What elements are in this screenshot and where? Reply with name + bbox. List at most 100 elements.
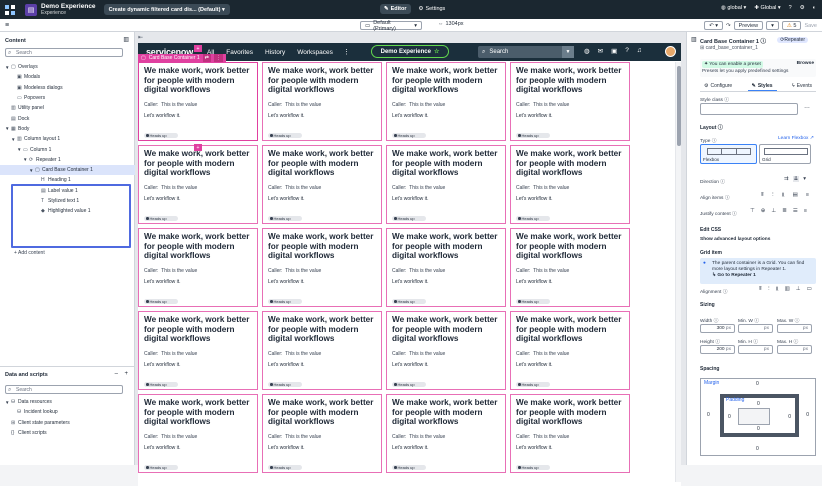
card-base-container[interactable]: We make work, work better for people wit…: [386, 145, 506, 224]
tree-item[interactable]: ▼ ▢ Overlays: [0, 62, 135, 72]
card-base-container[interactable]: We make work, work better for people wit…: [138, 311, 258, 390]
card-base-container[interactable]: We make work, work better for people wit…: [386, 228, 506, 307]
padding-bottom-value[interactable]: 0: [757, 426, 760, 432]
help-icon[interactable]: ?: [789, 5, 792, 11]
info-icon[interactable]: ⓘ: [718, 125, 723, 131]
align-baseline-icon[interactable]: ≡: [806, 192, 809, 199]
card-base-container[interactable]: We make work, work better for people wit…: [386, 62, 506, 141]
justify-between-icon[interactable]: ≣: [782, 208, 787, 214]
tab-styles[interactable]: ✎ Styles: [747, 83, 777, 91]
chevron-down-icon[interactable]: ▼: [562, 46, 574, 58]
padding-right-value[interactable]: 0: [788, 414, 791, 420]
advanced-layout-link[interactable]: Show advanced layout options: [700, 237, 770, 242]
tab-settings[interactable]: ⚙ Settings: [415, 4, 450, 14]
tree-item[interactable]: ⛁ Incident lookup: [0, 407, 135, 417]
tree-item[interactable]: ⊞ Client state parameters: [0, 418, 135, 428]
min-height-input[interactable]: px: [738, 345, 773, 354]
tree-item[interactable]: ▼ ▥ Column layout 1: [0, 134, 135, 144]
height-input[interactable]: 200 px: [700, 345, 735, 354]
justify-center-icon[interactable]: ⊕: [761, 208, 766, 214]
globe-icon[interactable]: ◍: [584, 47, 590, 55]
goto-repeater-link[interactable]: ↳ Go to Repeater 1: [712, 273, 756, 278]
margin-top-value[interactable]: 0: [756, 381, 759, 387]
self-auto-icon[interactable]: ▭: [807, 286, 812, 293]
selected-component-tag[interactable]: ▢ Card Base Container 1 ⇄ ⋮: [138, 54, 226, 62]
self-center-icon[interactable]: ⫶: [768, 286, 769, 293]
card-base-container[interactable]: We make work, work better for people wit…: [138, 228, 258, 307]
tab-configure[interactable]: ⚙ Configure: [700, 83, 736, 91]
margin-left-value[interactable]: 0: [707, 412, 710, 418]
experience-pill[interactable]: Demo Experience ☆: [371, 45, 449, 58]
viewport-size[interactable]: ⇔ 1304px: [438, 21, 464, 27]
app-grid-logo-icon[interactable]: [5, 4, 15, 15]
justify-start-icon[interactable]: ⊤: [750, 208, 755, 214]
max-height-input[interactable]: px: [777, 345, 812, 354]
edit-css-heading[interactable]: Edit CSS: [700, 227, 721, 233]
self-baseline-icon[interactable]: ⊥: [796, 286, 801, 293]
add-content-button[interactable]: + Add content: [14, 250, 45, 256]
learn-flexbox-link[interactable]: Learn Flexbox ↗: [778, 136, 814, 141]
bell-icon[interactable]: ♫: [637, 47, 642, 55]
min-width-input[interactable]: px: [738, 324, 773, 333]
padding-top-value[interactable]: 0: [757, 401, 760, 407]
direction-row-icon[interactable]: ⇉: [784, 176, 789, 182]
card-base-container[interactable]: We make work, work better for people wit…: [262, 62, 382, 141]
card-base-container[interactable]: We make work, work better for people wit…: [262, 145, 382, 224]
warnings-button[interactable]: ⚠ 5: [781, 21, 802, 30]
nav-link[interactable]: Favorites: [226, 49, 253, 56]
card-base-container[interactable]: We make work, work better for people wit…: [386, 394, 506, 473]
justify-around-icon[interactable]: ☰: [793, 208, 798, 214]
info-icon[interactable]: ⓘ: [725, 196, 730, 201]
align-end-icon[interactable]: ⫫: [782, 192, 785, 199]
tree-item[interactable]: ▼ ⟳ Repeater 1: [0, 155, 135, 165]
global-search-input[interactable]: ⌕ Search ▼: [478, 46, 574, 58]
collapse-panel-icon[interactable]: ▥: [123, 36, 129, 43]
self-end-icon[interactable]: ⫫: [776, 286, 779, 293]
plus-icon[interactable]: +: [124, 371, 128, 377]
self-stretch-icon[interactable]: ▥: [785, 286, 790, 293]
scope-Global-menu[interactable]: ✚ Global ▾: [754, 5, 780, 11]
undo-button[interactable]: ↶ ▾: [704, 21, 723, 30]
content-search-input[interactable]: ⌕ Search: [5, 48, 123, 57]
width-input[interactable]: 300 px: [700, 324, 735, 333]
browse-button[interactable]: Browse: [797, 61, 814, 66]
tree-item[interactable]: ▥ Utility panel: [0, 103, 135, 113]
justify-end-icon[interactable]: ⊥: [771, 208, 776, 214]
justify-evenly-icon[interactable]: ≡: [804, 208, 807, 214]
tree-item[interactable]: ▼ ▢ Card Base Container 1: [0, 164, 135, 176]
info-icon[interactable]: ⓘ: [723, 290, 728, 295]
tree-item[interactable]: ▼ ▭ Column 1: [0, 144, 135, 154]
link-icon[interactable]: ⇄: [202, 54, 211, 62]
preview-button[interactable]: Preview: [733, 21, 764, 30]
preview-dropdown-button[interactable]: ▾: [766, 21, 779, 30]
more-vertical-icon[interactable]: ⋮: [213, 54, 223, 62]
info-icon[interactable]: ⓘ: [761, 39, 767, 45]
info-icon[interactable]: ⓘ: [720, 180, 725, 185]
tab-editor[interactable]: ✎ Editor: [380, 4, 411, 14]
avatar[interactable]: [665, 46, 676, 57]
scrollbar-thumb[interactable]: [677, 66, 681, 146]
direction-column-icon[interactable]: ⇊: [792, 176, 800, 182]
tree-item[interactable]: ▭ Popovers: [0, 93, 135, 103]
help-icon[interactable]: ?: [625, 47, 629, 55]
theme-toggle-icon[interactable]: ◐: [813, 5, 816, 11]
tree-item[interactable]: ▣ Modeless dialogs: [0, 83, 135, 93]
settings-icon[interactable]: ⚙: [800, 5, 805, 11]
style-class-input[interactable]: [700, 103, 798, 115]
expand-panel-icon[interactable]: ⇤: [138, 34, 143, 41]
tree-item[interactable]: ▤ Dock: [0, 113, 135, 123]
card-base-container[interactable]: We make work, work better for people wit…: [510, 394, 630, 473]
data-search-input[interactable]: ⌕ Search: [5, 385, 123, 394]
view-select[interactable]: ▭ Default (Primary) ▾: [360, 20, 422, 32]
chevron-down-icon[interactable]: ▾: [803, 176, 806, 182]
nav-link[interactable]: History: [265, 49, 285, 56]
card-base-container[interactable]: We make work, work better for people wit…: [386, 311, 506, 390]
margin-bottom-value[interactable]: 0: [756, 446, 759, 452]
page-stage[interactable]: servicenow All Favorites History Workspaces…: [138, 43, 681, 486]
repeater-badge[interactable]: ⟳Repeater: [777, 37, 808, 43]
nav-link[interactable]: Workspaces: [297, 49, 333, 56]
tree-item[interactable]: ▣ Modals: [0, 72, 135, 82]
align-start-icon[interactable]: ⫪: [761, 192, 764, 199]
more-vertical-icon[interactable]: ⋮: [343, 48, 350, 56]
page-selector-button[interactable]: Create dynamic filtered card dis... (Def…: [103, 4, 230, 15]
